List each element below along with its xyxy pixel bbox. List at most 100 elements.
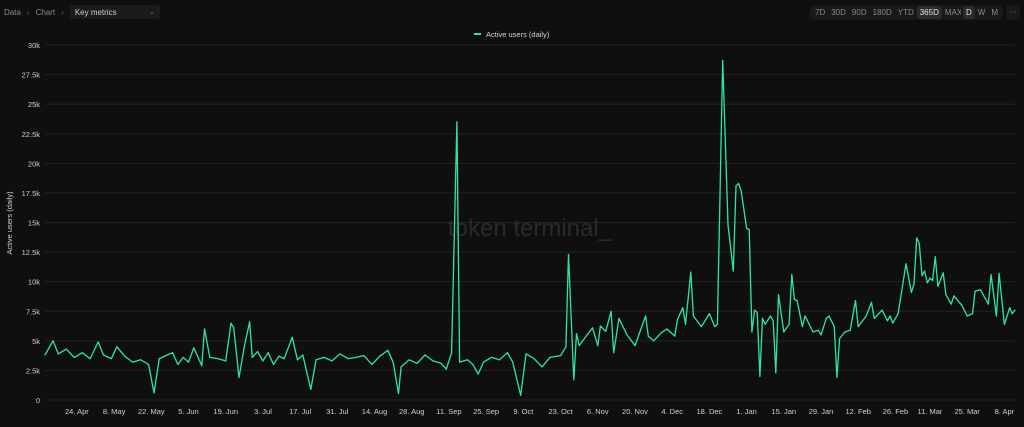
data-point xyxy=(283,358,285,360)
data-point xyxy=(456,121,458,123)
data-point xyxy=(158,358,160,360)
data-point xyxy=(597,345,599,347)
data-point xyxy=(610,310,612,312)
data-point xyxy=(634,345,636,347)
data-point xyxy=(905,263,907,265)
data-point xyxy=(498,359,500,361)
data-point xyxy=(690,271,692,273)
legend-label: Active users (daily) xyxy=(486,30,550,39)
y-tick-label: 30k xyxy=(28,41,40,50)
x-tick-label: 12. Feb xyxy=(845,407,870,416)
data-point xyxy=(990,274,992,276)
data-point xyxy=(942,272,944,274)
data-point xyxy=(466,359,469,361)
x-axis: 24. Apr 8. May 22. May 5. Jun 19. Jun 3. Jul 1… xyxy=(65,407,1015,416)
data-point xyxy=(323,356,325,358)
data-point xyxy=(97,341,99,343)
data-point xyxy=(881,309,883,311)
data-point xyxy=(57,353,59,355)
data-point xyxy=(153,392,155,394)
data-point xyxy=(751,331,753,333)
data-point xyxy=(759,375,761,377)
data-point xyxy=(934,256,936,258)
data-point xyxy=(182,356,184,358)
y-axis: 0 2.5k 5k 7.5k 10k 12.5k 15k 17.5k 20k 22.5k 25k 27… xyxy=(22,41,41,405)
data-point xyxy=(897,313,899,315)
data-point xyxy=(761,317,764,319)
data-point xyxy=(302,354,304,356)
y-tick-label: 2.5k xyxy=(26,366,40,375)
data-point xyxy=(472,363,474,366)
data-point xyxy=(363,355,365,357)
data-point xyxy=(716,323,719,325)
data-point xyxy=(315,359,317,361)
data-point xyxy=(525,353,527,355)
y-tick-label: 12.5k xyxy=(22,248,41,257)
data-point xyxy=(262,360,264,362)
data-point xyxy=(889,315,891,317)
data-point xyxy=(81,352,83,354)
data-point xyxy=(700,326,703,328)
data-point xyxy=(645,315,647,317)
data-point xyxy=(209,356,211,358)
data-point xyxy=(166,354,168,356)
data-point xyxy=(995,315,998,317)
y-tick-label: 10k xyxy=(28,278,40,287)
data-point xyxy=(783,331,785,333)
data-point xyxy=(926,282,928,284)
data-point xyxy=(727,224,729,226)
data-point xyxy=(565,346,567,348)
data-point xyxy=(950,303,952,305)
data-point xyxy=(892,322,894,324)
data-point xyxy=(249,321,251,323)
x-tick-label: 24. Apr xyxy=(65,407,89,416)
data-point xyxy=(692,315,695,317)
data-point xyxy=(735,185,737,187)
data-point xyxy=(865,315,867,317)
data-point xyxy=(746,227,748,229)
data-point xyxy=(966,315,968,317)
data-point xyxy=(203,328,206,330)
data-point xyxy=(932,279,934,282)
data-point xyxy=(575,333,578,335)
x-tick-label: 1. Jan xyxy=(736,407,756,416)
data-point xyxy=(820,334,822,336)
x-tick-label: 23. Oct xyxy=(548,407,573,416)
data-point xyxy=(44,354,46,356)
data-point xyxy=(764,323,766,325)
data-point xyxy=(626,334,628,336)
x-tick-label: 26. Feb xyxy=(883,407,908,416)
x-tick-label: 25. Mar xyxy=(954,407,980,416)
data-point xyxy=(791,274,793,276)
data-point xyxy=(243,346,245,348)
y-tick-label: 15k xyxy=(28,219,40,228)
data-point xyxy=(278,355,280,357)
data-point xyxy=(408,359,410,361)
data-point xyxy=(533,358,535,360)
data-point xyxy=(371,363,373,366)
data-point xyxy=(953,295,955,297)
data-point xyxy=(586,334,588,336)
y-tick-label: 25k xyxy=(28,100,40,109)
data-point xyxy=(921,275,923,277)
x-tick-label: 6. Nov xyxy=(587,407,609,416)
y-tick-label: 20k xyxy=(28,159,40,168)
data-point xyxy=(416,362,418,364)
data-point xyxy=(310,388,312,390)
data-point xyxy=(124,355,126,357)
data-point xyxy=(65,348,67,350)
data-point xyxy=(339,353,341,355)
line-chart: 0 2.5k 5k 7.5k 10k 12.5k 15k 17.5k 20k 22.5k 25k 27… xyxy=(5,30,1016,416)
data-point xyxy=(937,285,939,287)
data-point xyxy=(451,352,453,354)
x-tick-label: 5. Jun xyxy=(178,407,198,416)
y-tick-label: 22.5k xyxy=(22,130,41,139)
legend[interactable]: Active users (daily) xyxy=(474,30,550,39)
data-point xyxy=(676,318,679,321)
x-tick-label: 4. Dec xyxy=(661,407,683,416)
data-point xyxy=(945,294,947,296)
data-point xyxy=(573,379,575,381)
data-point xyxy=(257,350,259,353)
data-point xyxy=(918,243,920,245)
data-point xyxy=(793,298,796,300)
